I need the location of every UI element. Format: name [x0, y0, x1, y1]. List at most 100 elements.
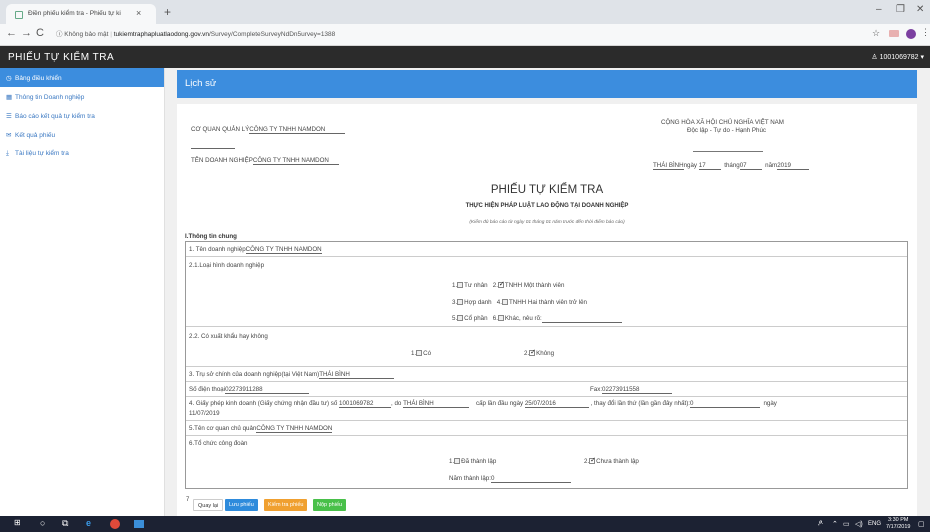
type-label: Cổ phần [464, 315, 488, 322]
dashboard-icon: ◷ [6, 75, 12, 82]
union-no-option: 2.Chưa thành lập [584, 456, 639, 465]
place-field[interactable]: THÁI BÌNH [653, 162, 684, 170]
volume-icon[interactable]: ◁) [855, 520, 863, 528]
submit-button[interactable]: Nộp phiếu [313, 499, 347, 511]
windows-start-icon[interactable]: ⊞ [14, 518, 21, 527]
form-note: (Kiểm đủ báo cáo từ ngày 01 tháng 01 năm… [469, 220, 625, 225]
chrome-icon[interactable] [110, 519, 120, 529]
check-button[interactable]: Kiểm tra phiếu [264, 499, 308, 511]
new-tab-button[interactable]: + [164, 5, 171, 19]
general-info-table: 1. Tên doanh nghiệpCÔNG TY TNHH NAMDON 2… [185, 241, 908, 489]
browser-menu-icon[interactable]: ⋮ [921, 27, 930, 38]
url-field[interactable]: ⓘ Không bảo mật | tukiemtraphapluatlaodo… [56, 28, 335, 38]
tab-close-icon[interactable]: × [136, 8, 141, 18]
type-llc-two-checkbox[interactable] [501, 299, 508, 305]
user-menu[interactable]: ♙ 1001069782 ▾ [871, 53, 924, 61]
type-row-2: 3. Hợp danh 4. TNHH Hai thành viên trở lên [452, 299, 587, 306]
year-label: năm [765, 162, 778, 169]
agency-field[interactable]: CÔNG TY TNHH NAMDON [249, 126, 346, 134]
type-row-3: 5. Cổ phần 6. Khác, nêu rõ: [452, 315, 622, 323]
table-row: 3. Trụ sở chính của doanh nghiệp(tại Việ… [186, 367, 907, 382]
reload-icon[interactable]: C [36, 27, 44, 39]
q4-by-field[interactable]: THÁI BÌNH [403, 400, 470, 408]
notification-icon[interactable]: ▢ [918, 520, 925, 528]
sidebar-item-label: Tài liệu tự kiểm tra [15, 150, 69, 157]
q4-row: 4. Giấy phép kinh doanh (Giấy chứng nhận… [189, 400, 777, 408]
windows-taskbar: ⊞ ○ ⧉ e ዶ ⌃ ▭ ◁) ENG 3:30 PM 7/17/2019 ▢ [0, 516, 930, 532]
type-private-checkbox[interactable] [457, 282, 464, 288]
q4-by-label: , do [391, 400, 402, 407]
q21-label: 2.1.Loại hình doanh nghiệp [189, 262, 265, 269]
type-other-checkbox[interactable] [497, 315, 504, 321]
q4-number-field[interactable]: 1001069782 [339, 400, 392, 408]
type-label: TNHH Một thành viên [504, 282, 565, 289]
network-icon[interactable]: ▭ [843, 520, 850, 528]
form-title: PHIẾU TỰ KIỂM TRA [490, 184, 604, 196]
phone-row: Số điện thoại02273911288 [189, 386, 310, 394]
union-no-checkbox[interactable] [589, 456, 596, 464]
type-label: TNHH Hai thành viên trở lên [508, 299, 587, 306]
task-view-icon[interactable]: ⧉ [62, 518, 68, 529]
search-icon[interactable]: ○ [40, 518, 45, 528]
sidebar-item-results[interactable]: ✉ Kết quả phiếu [0, 125, 164, 144]
maximize-icon[interactable]: ❐ [896, 4, 905, 15]
sidebar-item-report[interactable]: ☰ Báo cáo kết quả tự kiểm tra [0, 106, 164, 125]
extension-icon[interactable] [889, 30, 899, 37]
survey-form-panel: CƠ QUAN QUẢN LÝCÔNG TY TNHH NAMDON TÊN D… [177, 104, 917, 516]
export-no-checkbox[interactable] [529, 348, 536, 356]
q3-field[interactable]: THÁI BÌNH [319, 371, 395, 379]
q1-field[interactable]: CÔNG TY TNHH NAMDON [245, 246, 322, 254]
envelope-icon: ✉ [6, 132, 12, 139]
people-icon[interactable]: ዶ [818, 520, 823, 528]
user-icon: ♙ [871, 54, 880, 61]
export-yes-option: 1. Có [411, 350, 431, 357]
browser-tab-bar: Điền phiếu kiểm tra - Phiếu tự ki × + – … [0, 0, 930, 24]
month-field[interactable]: 07 [739, 162, 762, 170]
tray-chevron-icon[interactable]: ⌃ [832, 520, 838, 528]
q4-first-date-field[interactable]: 25/07/2016 [524, 400, 589, 408]
enterprise-field[interactable]: CÔNG TY TNHH NAMDON [252, 157, 339, 165]
save-button[interactable]: Lưu phiếu [225, 499, 258, 511]
table-icon: ▦ [6, 94, 13, 101]
sidebar-item-label: Thông tin Doanh nghiệp [15, 94, 85, 101]
agency-row: CƠ QUAN QUẢN LÝCÔNG TY TNHH NAMDON [191, 126, 346, 134]
q1-row: 1. Tên doanh nghiệpCÔNG TY TNHH NAMDON [189, 246, 322, 254]
profile-avatar[interactable] [906, 29, 916, 39]
type-llc-one-checkbox[interactable] [497, 280, 505, 288]
browser-tab[interactable]: Điền phiếu kiểm tra - Phiếu tự ki × [6, 4, 156, 24]
url-domain: tukiemtraphapluatlaodong.gov.vn [113, 31, 209, 38]
day-label: ngày [683, 162, 698, 169]
q4-change-field[interactable]: 0 [690, 400, 761, 408]
page-number: 7 [186, 497, 190, 503]
fax-field[interactable]: 02273911558 [602, 386, 673, 394]
bookmark-star-icon[interactable]: ☆ [872, 28, 880, 39]
app-header: PHIẾU TỰ KIỂM TRA ♙ 1001069782 ▾ [0, 46, 930, 68]
form-subtitle: THỰC HIỆN PHÁP LUẬT LAO ĐỘNG TẠI DOANH N… [465, 203, 629, 209]
app-brand[interactable]: PHIẾU TỰ KIỂM TRA [8, 52, 114, 63]
type-partnership-checkbox[interactable] [457, 299, 464, 305]
back-arrow-icon[interactable]: ← [6, 27, 17, 39]
phone-field[interactable]: 02273911288 [225, 386, 310, 394]
q4-date-field[interactable]: 11/07/2019 [189, 410, 220, 417]
sidebar-item-dashboard[interactable]: ◷ Bảng điều khiển [0, 68, 164, 87]
app-taskbar-icon[interactable] [134, 520, 144, 528]
back-button[interactable]: Quay lại [193, 499, 224, 511]
type-joint-stock-checkbox[interactable] [457, 315, 464, 321]
year-field[interactable]: 2019 [777, 162, 810, 170]
edge-icon[interactable]: e [86, 518, 91, 528]
day-field[interactable]: 17 [698, 162, 721, 170]
sidebar-item-company-info[interactable]: ▦ Thông tin Doanh nghiệp [0, 87, 164, 106]
export-yes-checkbox[interactable] [416, 350, 423, 356]
minimize-icon[interactable]: – [876, 4, 882, 15]
type-other-field[interactable] [541, 315, 622, 323]
table-row: 6.Tổ chức công đoàn 1.Đã thành lập 2.Chư… [186, 436, 907, 489]
clock[interactable]: 3:30 PM 7/17/2019 [886, 517, 910, 531]
sidebar-item-documents[interactable]: ⤓ Tài liệu tự kiểm tra [0, 144, 164, 163]
union-yes-checkbox[interactable] [454, 458, 461, 464]
q5-field[interactable]: CÔNG TY TNHH NAMDON [256, 425, 333, 433]
section-title: I.Thông tin chung [185, 233, 237, 240]
union-year-field[interactable]: 0 [490, 475, 571, 483]
forward-arrow-icon[interactable]: → [21, 27, 32, 39]
window-close-icon[interactable]: ✕ [916, 4, 924, 15]
language-indicator[interactable]: ENG [868, 521, 881, 527]
